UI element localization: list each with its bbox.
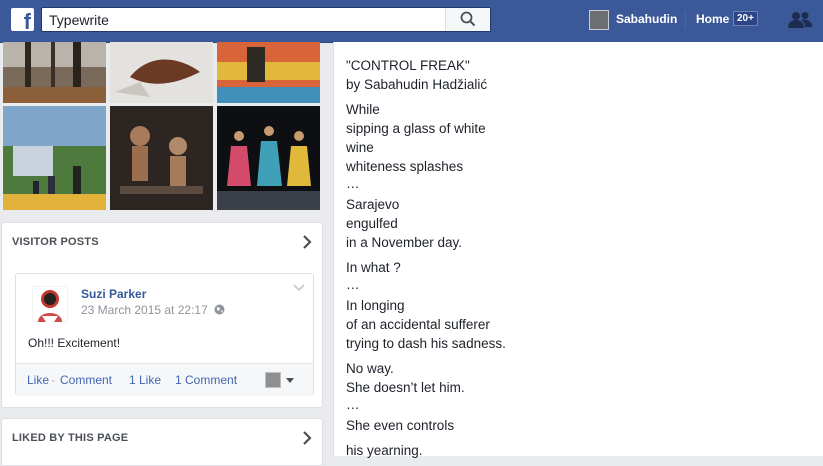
poem-title: "CONTROL FREAK"	[346, 58, 470, 73]
search-icon	[460, 11, 476, 27]
friend-requests-icon[interactable]	[788, 11, 812, 29]
poem-line: in a November day.	[346, 235, 463, 250]
visitor-posts-heading[interactable]: VISITOR POSTS	[12, 236, 99, 248]
search-button[interactable]	[445, 8, 490, 31]
poem-line: In longing	[346, 298, 405, 313]
liked-by-heading[interactable]: LIKED BY THIS PAGE	[12, 432, 128, 444]
poem-line: She doesn’t let him.	[346, 380, 465, 395]
photo-clay-figures[interactable]	[110, 106, 213, 210]
search-input[interactable]	[49, 11, 439, 29]
photo-folk-dolls[interactable]	[217, 106, 320, 210]
home-count-badge: 20+	[733, 11, 758, 26]
post-as-avatar[interactable]	[265, 372, 281, 388]
poem-line: whiteness splashes	[346, 159, 464, 174]
poem-line: Sarajevo	[346, 197, 400, 212]
photo-grid	[3, 42, 320, 210]
photo-painted-boat[interactable]	[217, 42, 320, 103]
poem-line: She even controls	[346, 418, 455, 433]
post-timestamp[interactable]: 23 March 2015 at 22:17	[81, 303, 208, 317]
poem-line: wine	[346, 140, 374, 155]
photo-leaf[interactable]	[110, 42, 213, 103]
profile-name-link[interactable]: Sabahudin	[616, 12, 677, 26]
action-separator: ·	[51, 373, 55, 387]
poem-line: of an accidental sufferer	[346, 317, 490, 332]
poem-line: While	[346, 102, 380, 117]
liked-by-page-card: LIKED BY THIS PAGE	[1, 418, 323, 466]
poem-line: …	[346, 397, 360, 412]
like-link[interactable]: Like	[27, 373, 49, 387]
photo-market-crowd[interactable]	[3, 106, 106, 210]
poem-line: No way.	[346, 361, 394, 376]
comment-link[interactable]: Comment	[60, 373, 112, 387]
post-as-caret-icon[interactable]	[286, 378, 294, 383]
profile-avatar[interactable]	[589, 10, 609, 30]
visitor-posts-card: VISITOR POSTS Suzi Parker 23 March 2015 …	[1, 222, 323, 408]
visitor-post: Suzi Parker 23 March 2015 at 22:17 Oh!!!…	[15, 273, 314, 396]
poem-line: In what ?	[346, 260, 401, 275]
poem-byline: by Sabahudin Hadžialić	[346, 77, 488, 92]
post-author-name[interactable]: Suzi Parker	[81, 287, 146, 301]
poem-line: trying to dash his sadness.	[346, 336, 506, 351]
poem-line: …	[346, 277, 360, 292]
comments-count-link[interactable]: 1 Comment	[175, 373, 237, 387]
top-nav-bar: f Sabahudin Home 20+	[0, 0, 823, 43]
post-actions-bar: Like · Comment 1 Like 1 Comment	[16, 363, 313, 396]
post-content-column: "CONTROL FREAK" by Sabahudin Hadžialić W…	[333, 42, 823, 458]
likes-count-link[interactable]: 1 Like	[129, 373, 161, 387]
chevron-right-icon[interactable]	[302, 235, 312, 249]
post-text: Oh!!! Excitement!	[28, 336, 121, 350]
photo-forest-trees[interactable]	[3, 42, 106, 103]
post-options-chevron-icon[interactable]	[293, 284, 305, 292]
globe-icon[interactable]	[214, 304, 225, 315]
facebook-logo-icon[interactable]: f	[11, 8, 34, 33]
poem-line: sipping a glass of white	[346, 121, 486, 136]
nav-divider	[685, 11, 686, 29]
author-avatar[interactable]	[32, 286, 68, 322]
chevron-right-icon[interactable]	[302, 431, 312, 445]
home-link[interactable]: Home	[696, 12, 729, 26]
poem-line: engulfed	[346, 216, 398, 231]
search-box	[41, 7, 491, 32]
poem-line: …	[346, 176, 360, 191]
